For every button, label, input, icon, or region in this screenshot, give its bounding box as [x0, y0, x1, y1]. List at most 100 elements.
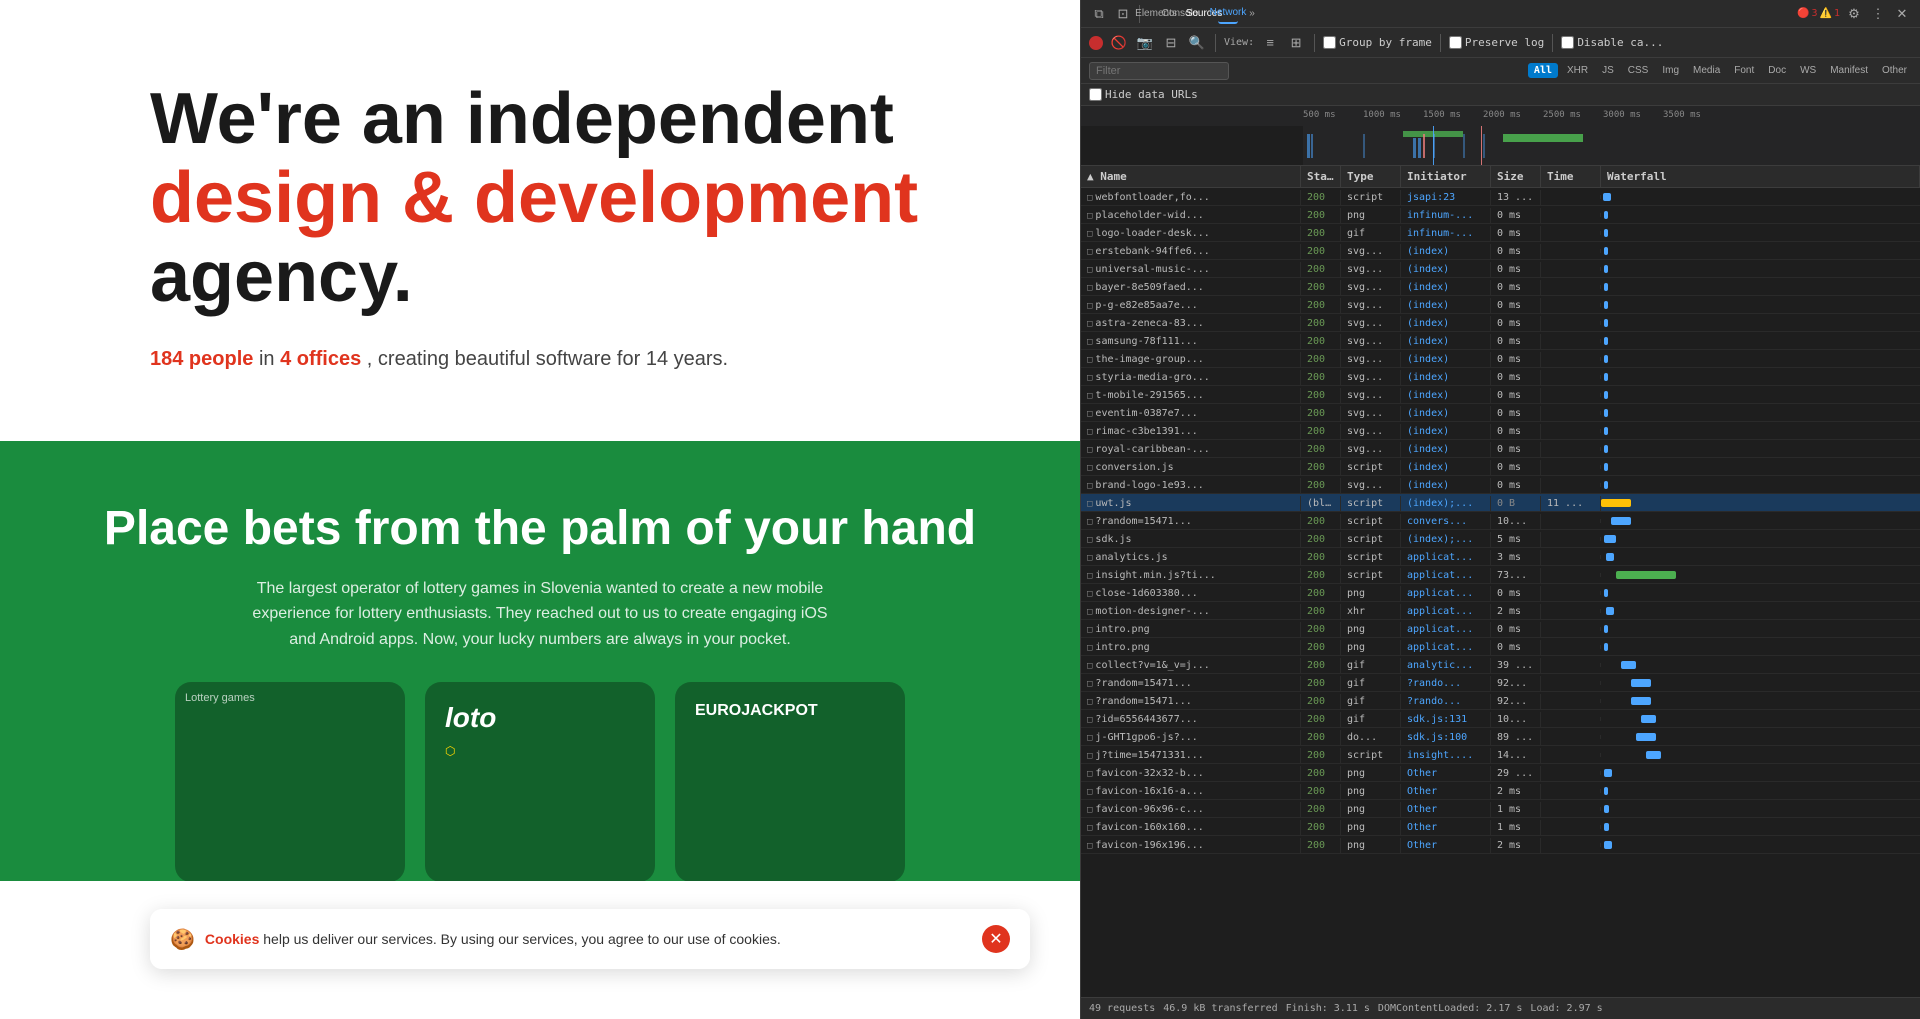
table-row[interactable]: □j-GHT1gpo6-js?... 200 do... sdk.js:100 …: [1081, 728, 1920, 746]
cell-initiator[interactable]: (index): [1401, 406, 1491, 421]
cell-initiator[interactable]: sdk.js:131: [1401, 712, 1491, 727]
cell-initiator[interactable]: infinum-...: [1401, 226, 1491, 241]
filter-font[interactable]: Font: [1729, 64, 1759, 77]
more-tabs-btn[interactable]: »: [1242, 4, 1262, 24]
table-row[interactable]: □analytics.js 200 script applicat... 3 m…: [1081, 548, 1920, 566]
cell-initiator[interactable]: (index): [1401, 478, 1491, 493]
table-row[interactable]: □placeholder-wid... 200 png infinum-... …: [1081, 206, 1920, 224]
table-row[interactable]: □samsung-78f111... 200 svg... (index) 0 …: [1081, 332, 1920, 350]
table-row[interactable]: □conversion.js 200 script (index) 0 ms: [1081, 458, 1920, 476]
record-button[interactable]: [1089, 36, 1103, 50]
filter-css[interactable]: CSS: [1623, 64, 1654, 77]
cell-initiator[interactable]: applicat...: [1401, 586, 1491, 601]
table-row[interactable]: □favicon-160x160... 200 png Other 1 ms: [1081, 818, 1920, 836]
cell-initiator[interactable]: Other: [1401, 820, 1491, 835]
table-row[interactable]: □rimac-c3be1391... 200 svg... (index) 0 …: [1081, 422, 1920, 440]
filter-all[interactable]: All: [1528, 63, 1558, 78]
table-row[interactable]: □favicon-96x96-c... 200 png Other 1 ms: [1081, 800, 1920, 818]
table-row[interactable]: □?random=15471... 200 gif ?rando... 92..…: [1081, 674, 1920, 692]
table-row[interactable]: □p-g-e82e85aa7e... 200 svg... (index) 0 …: [1081, 296, 1920, 314]
cell-initiator[interactable]: (index): [1401, 244, 1491, 259]
table-row[interactable]: □uwt.js (bl... script (index);... 0 B 11…: [1081, 494, 1920, 512]
cell-initiator[interactable]: (index): [1401, 316, 1491, 331]
cell-initiator[interactable]: (index): [1401, 370, 1491, 385]
search-button[interactable]: 🔍: [1187, 33, 1207, 53]
col-initiator[interactable]: Initiator: [1401, 166, 1491, 187]
table-row[interactable]: □motion-designer-... 200 xhr applicat...…: [1081, 602, 1920, 620]
cell-initiator[interactable]: insight....: [1401, 748, 1491, 763]
network-table[interactable]: □webfontloader,fo... 200 script jsapi:23…: [1081, 188, 1920, 997]
table-row[interactable]: □?random=15471... 200 gif ?rando... 92..…: [1081, 692, 1920, 710]
cell-initiator[interactable]: applicat...: [1401, 604, 1491, 619]
cell-initiator[interactable]: (index): [1401, 460, 1491, 475]
cell-initiator[interactable]: (index);...: [1401, 496, 1491, 511]
cell-initiator[interactable]: sdk.js:100: [1401, 730, 1491, 745]
table-row[interactable]: □favicon-16x16-a... 200 png Other 2 ms: [1081, 782, 1920, 800]
view-grid-btn[interactable]: ⊞: [1286, 33, 1306, 53]
col-type[interactable]: Type: [1341, 166, 1401, 187]
cell-initiator[interactable]: (index): [1401, 298, 1491, 313]
settings-icon[interactable]: ⚙: [1844, 4, 1864, 24]
table-row[interactable]: □royal-caribbean-... 200 svg... (index) …: [1081, 440, 1920, 458]
more-options-icon[interactable]: ⋮: [1868, 4, 1888, 24]
table-row[interactable]: □bayer-8e509faed... 200 svg... (index) 0…: [1081, 278, 1920, 296]
filter-doc[interactable]: Doc: [1763, 64, 1791, 77]
table-row[interactable]: □intro.png 200 png applicat... 0 ms: [1081, 638, 1920, 656]
cell-initiator[interactable]: ?rando...: [1401, 676, 1491, 691]
filter-js[interactable]: JS: [1597, 64, 1619, 77]
table-row[interactable]: □the-image-group... 200 svg... (index) 0…: [1081, 350, 1920, 368]
group-by-frame-checkbox[interactable]: Group by frame: [1323, 36, 1432, 49]
disable-cache-checkbox[interactable]: Disable ca...: [1561, 36, 1663, 49]
cell-initiator[interactable]: (index): [1401, 352, 1491, 367]
preserve-log-checkbox[interactable]: Preserve log: [1449, 36, 1544, 49]
filter-input[interactable]: [1089, 62, 1229, 80]
cookie-close-button[interactable]: ✕: [982, 925, 1010, 953]
undock-icon[interactable]: ⊡: [1113, 4, 1133, 24]
table-row[interactable]: □favicon-32x32-b... 200 png Other 29 ...: [1081, 764, 1920, 782]
table-row[interactable]: □close-1d603380... 200 png applicat... 0…: [1081, 584, 1920, 602]
cell-initiator[interactable]: Other: [1401, 784, 1491, 799]
table-row[interactable]: □brand-logo-1e93... 200 svg... (index) 0…: [1081, 476, 1920, 494]
table-row[interactable]: □sdk.js 200 script (index);... 5 ms: [1081, 530, 1920, 548]
table-row[interactable]: □astra-zeneca-83... 200 svg... (index) 0…: [1081, 314, 1920, 332]
col-waterfall[interactable]: Waterfall: [1601, 166, 1920, 187]
cell-initiator[interactable]: (index): [1401, 424, 1491, 439]
table-row[interactable]: □eventim-0387e7... 200 svg... (index) 0 …: [1081, 404, 1920, 422]
hide-data-urls-checkbox[interactable]: Hide data URLs: [1089, 88, 1198, 101]
filter-button[interactable]: ⊟: [1161, 33, 1181, 53]
filter-other[interactable]: Other: [1877, 64, 1912, 77]
table-row[interactable]: □logo-loader-desk... 200 gif infinum-...…: [1081, 224, 1920, 242]
network-tab-btn[interactable]: Network: [1218, 4, 1238, 24]
filter-media[interactable]: Media: [1688, 64, 1725, 77]
table-row[interactable]: □styria-media-gro... 200 svg... (index) …: [1081, 368, 1920, 386]
camera-button[interactable]: 📷: [1135, 33, 1155, 53]
cookies-link[interactable]: Cookies: [205, 931, 259, 947]
cell-initiator[interactable]: (index): [1401, 442, 1491, 457]
cell-initiator[interactable]: applicat...: [1401, 622, 1491, 637]
cell-initiator[interactable]: (index);...: [1401, 532, 1491, 547]
table-row[interactable]: □universal-music-... 200 svg... (index) …: [1081, 260, 1920, 278]
table-row[interactable]: □?random=15471... 200 script convers... …: [1081, 512, 1920, 530]
cell-initiator[interactable]: applicat...: [1401, 640, 1491, 655]
cell-initiator[interactable]: (index): [1401, 280, 1491, 295]
cell-initiator[interactable]: infinum-...: [1401, 208, 1491, 223]
cell-initiator[interactable]: (index): [1401, 334, 1491, 349]
table-row[interactable]: □t-mobile-291565... 200 svg... (index) 0…: [1081, 386, 1920, 404]
cell-initiator[interactable]: (index): [1401, 262, 1491, 277]
cell-initiator[interactable]: convers...: [1401, 514, 1491, 529]
cell-initiator[interactable]: Other: [1401, 838, 1491, 853]
clear-button[interactable]: 🚫: [1109, 33, 1129, 53]
table-row[interactable]: □collect?v=1&_v=j... 200 gif analytic...…: [1081, 656, 1920, 674]
cell-initiator[interactable]: Other: [1401, 766, 1491, 781]
filter-xhr[interactable]: XHR: [1562, 64, 1593, 77]
close-devtools-icon[interactable]: ✕: [1892, 4, 1912, 24]
table-row[interactable]: □insight.min.js?ti... 200 script applica…: [1081, 566, 1920, 584]
filter-img[interactable]: Img: [1657, 64, 1684, 77]
cell-initiator[interactable]: (index): [1401, 388, 1491, 403]
cell-initiator[interactable]: applicat...: [1401, 550, 1491, 565]
filter-ws[interactable]: WS: [1795, 64, 1821, 77]
col-time[interactable]: Time: [1541, 166, 1601, 187]
cell-initiator[interactable]: jsapi:23: [1401, 190, 1491, 205]
col-name[interactable]: ▲ Name: [1081, 166, 1301, 187]
cell-initiator[interactable]: applicat...: [1401, 568, 1491, 583]
